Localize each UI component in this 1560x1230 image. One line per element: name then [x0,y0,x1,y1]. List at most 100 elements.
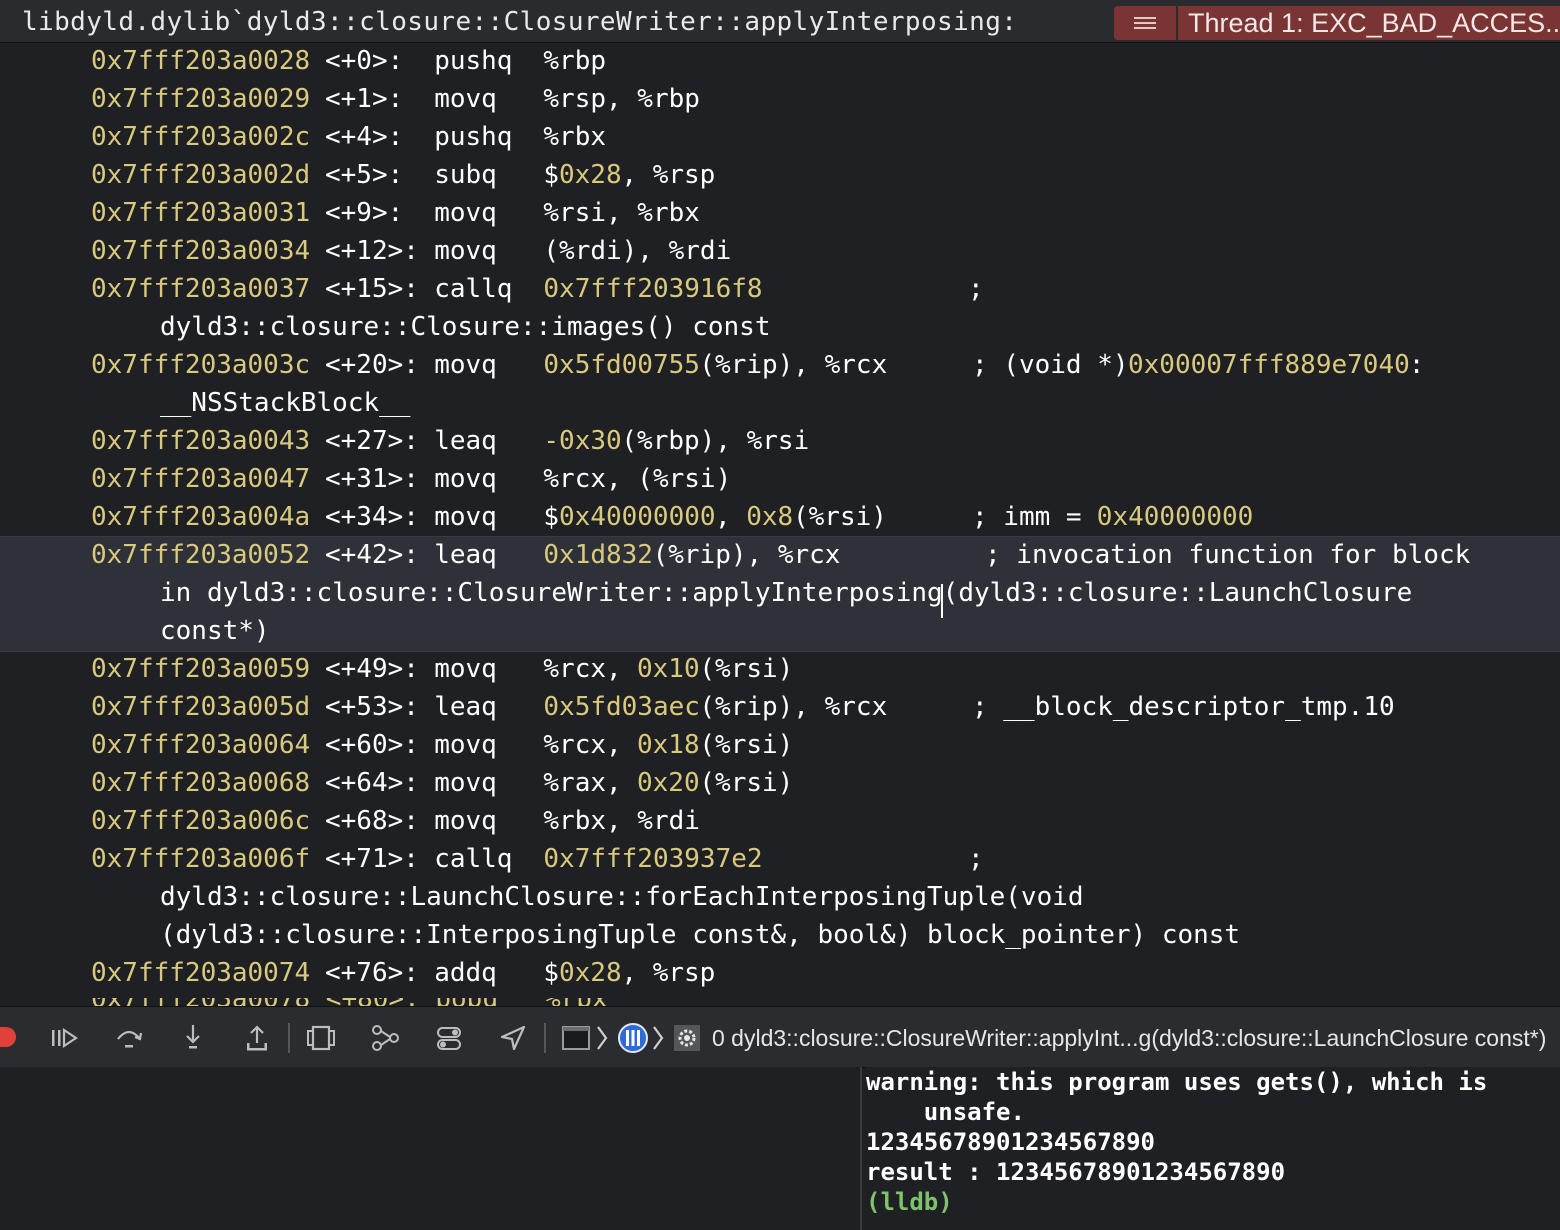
disassembly-line[interactable]: 0x7fff203a0052 <+42>: leaq 0x1d832 (%rip), %… [0,536,1560,574]
memory-graph-icon [372,1025,399,1051]
comment-fragment: ; __block_descriptor_tmp.10 [972,692,1395,722]
disassembly-view[interactable]: 0x7fff203a0028 <+0>: pushq %rbp 0x7fff203a00… [0,42,1560,1006]
console-output-line: unsafe. [866,1098,1025,1126]
variables-view[interactable] [0,1067,860,1230]
comment-fragment: ; [968,274,984,304]
disassembly-line[interactable]: 0x7fff203a0074 <+76>: addq $0x28, %rsp [0,954,1560,992]
instruction-operand: (%rsi) [699,730,794,760]
instruction-offset: <+1>: [325,84,404,114]
disassembly-line[interactable]: 0x7fff203a0028 <+0>: pushq %rbp [0,42,1560,80]
terminal-window-icon [562,1026,590,1050]
environment-overrides-button[interactable] [432,1021,466,1055]
instruction-address: 0x7fff203a0059 [91,654,311,684]
console-output-line: 12345678901234567890 [866,1128,1155,1156]
disassembly-continuation-line[interactable]: dyld3::closure::LaunchClosure::forEachIn… [0,878,1560,916]
disassembly-line[interactable]: 0x7fff203a0064 <+60>: movq %rcx, 0x18 (%rsi) [0,726,1560,764]
disassembly-line[interactable]: 0x7fff203a0059 <+49>: movq %rcx, 0x10 (%rsi) [0,650,1560,688]
continue-button[interactable] [48,1021,82,1055]
step-over-button[interactable] [112,1021,146,1055]
comment-fragment: ; imm = [972,502,1098,532]
instruction-operand: 0x28 [559,160,622,190]
instruction-operand: 0x20 [637,768,700,798]
disassembly-continuation-line[interactable]: dyld3::closure::Closure::images() const [0,308,1560,346]
breakpoints-toggle-button[interactable] [0,1027,16,1047]
instruction-operand: 0x5fd03aec [543,692,700,722]
instruction-address: 0x7fff203a003c [91,350,311,380]
instruction-address: 0x7fff203a0047 [91,464,311,494]
step-into-button[interactable] [176,1021,210,1055]
instruction-mnemonic: pushq [434,122,513,152]
disassembly-line[interactable]: 0x7fff203a0047 <+31>: movq %rcx, (%rsi) [0,460,1560,498]
disassembly-line[interactable]: 0x7fff203a006c <+68>: movq %rbx, %rdi [0,802,1560,840]
instruction-offset: <+0>: [325,46,404,76]
disassembly-line[interactable]: 0x7fff203a0034 <+12>: movq (%rdi), %rdi [0,232,1560,270]
disassembly-line[interactable]: 0x7fff203a002c <+4>: pushq %rbx [0,118,1560,156]
step-out-button[interactable] [240,1021,274,1055]
disassembly-continuation-line[interactable]: in dyld3::closure::ClosureWriter::applyI… [0,574,1560,612]
instruction-operand: $ [543,160,560,190]
instruction-offset: <+53>: [325,692,419,722]
environment-overrides-icon [437,1027,461,1050]
instruction-address: 0x7fff203a002d [91,160,311,190]
symbol-name: dyld3::closure::LaunchClosure::forEachIn… [160,882,1084,912]
instruction-offset: <+71>: [325,844,419,874]
stack-frame-label[interactable]: 0 dyld3::closure::ClosureWriter::applyIn… [712,1021,1546,1055]
disassembly-continuation-line[interactable]: (dyld3::closure::InterposingTuple const&… [0,916,1560,954]
disassembly-line[interactable]: 0x7fff203a0029 <+1>: movq %rsp, %rbp [0,80,1560,118]
instruction-offset: <+27>: [325,426,419,456]
instruction-offset: <+76>: [325,958,419,988]
instruction-address: 0x7fff203a0043 [91,426,311,456]
menu-icon [1134,17,1156,29]
instruction-operand: , %rsp [621,958,716,988]
debug-console[interactable]: warning: this program uses gets(), which… [866,1067,1560,1230]
instruction-mnemonic: subq [434,160,497,190]
thread-selector-button[interactable] [616,1021,650,1055]
instruction-operand: (%rip), %rcx [699,350,888,380]
instruction-operand: %rbp [543,46,607,76]
pane-divider[interactable] [860,1067,862,1230]
disassembly-line[interactable]: 0x7fff203a006f <+71>: callq 0x7fff203937e2; [0,840,1560,878]
disassembly-continuation-line[interactable]: __NSStackBlock__ [0,384,1560,422]
instruction-mnemonic: pushq [434,46,513,76]
disassembly-line[interactable]: 0x7fff203a003c <+20>: movq 0x5fd00755 (%rip)… [0,346,1560,384]
lldb-prompt[interactable]: (lldb) [866,1187,953,1217]
disassembly-line[interactable]: 0x7fff203a004a <+34>: movq $0x40000000, 0x8… [0,498,1560,536]
view-hierarchy-button[interactable] [304,1021,338,1055]
symbol-name: __NSStackBlock__ [160,388,411,418]
instruction-operand: 0x40000000 [559,502,716,532]
instruction-mnemonic: movq [434,198,497,228]
instruction-operand: 0x8 [746,502,794,532]
disassembly-line[interactable]: 0x7fff203a0043 <+27>: leaq -0x30 (%rbp), %rs… [0,422,1560,460]
toolbar-divider [544,1023,546,1053]
disassembly-line[interactable]: 0x7fff203a0037 <+15>: callq 0x7fff203916f8; [0,270,1560,308]
instruction-operand: (%rip), %rcx [699,692,888,722]
disassembly-line[interactable]: 0x7fff203a002d <+5>: subq $0x28, %rsp [0,156,1560,194]
comment-fragment: ; [968,844,984,874]
disassembly-continuation-line[interactable]: const*) [0,612,1560,650]
thread-icon [618,1023,648,1053]
disassembly-line[interactable]: 0x7fff203a0068 <+64>: movq %rax, 0x20 (%rsi) [0,764,1560,802]
memory-graph-button[interactable] [368,1021,402,1055]
thread-error-badge[interactable]: Thread 1: EXC_BAD_ACCES... [1178,6,1560,40]
function-title[interactable]: libdyld.dylib`dyld3::closure::ClosureWri… [22,4,1017,40]
location-arrow-icon [500,1025,526,1051]
disassembly-line[interactable]: 0x7fff203a005d <+53>: leaq 0x5fd03aec (%rip)… [0,688,1560,726]
instruction-operand: -0x30 [543,426,622,456]
instruction-operand: 0x5fd00755 [543,350,700,380]
related-items-menu-button[interactable] [1114,6,1176,40]
instruction-offset: <+12>: [325,236,419,266]
disassembly-line[interactable]: 0x7fff203a0031 <+9>: movq %rsi, %rbx [0,194,1560,232]
process-selector-button[interactable] [560,1021,594,1055]
instruction-offset: <+34>: [325,502,419,532]
debug-toolbar: 0 dyld3::closure::ClosureWriter::applyIn… [0,1006,1560,1068]
console-output-line: warning: this program uses gets(), which… [866,1068,1488,1096]
instruction-address: 0x7fff203a005d [91,692,311,722]
simulate-location-button[interactable] [496,1021,530,1055]
instruction-mnemonic: movq [434,350,497,380]
instruction-mnemonic: movq [434,236,497,266]
instruction-operand: , %rsp [621,160,716,190]
instruction-operand: %rbx [543,122,607,152]
instruction-operand: 0x10 [637,654,700,684]
instruction-mnemonic: movq [434,464,497,494]
stack-frame-button[interactable] [672,1021,702,1055]
